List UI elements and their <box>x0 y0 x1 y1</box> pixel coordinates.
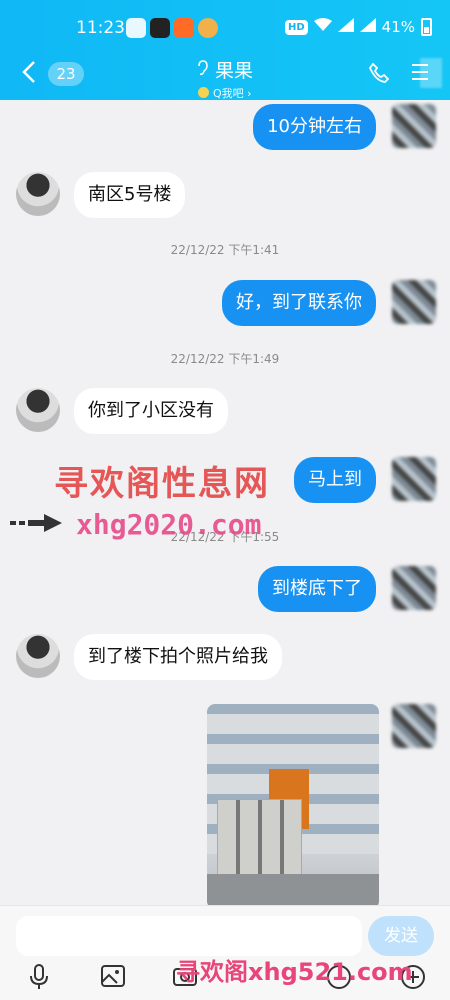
signal-icon <box>337 18 354 36</box>
message-bubble[interactable]: 好，到了联系你 <box>222 280 376 326</box>
avatar[interactable] <box>16 388 60 432</box>
monkey-app-icon <box>198 18 218 38</box>
message-bubble[interactable]: 到楼底下了 <box>258 566 376 612</box>
send-button[interactable]: 发送 <box>368 916 434 956</box>
battery-percent: 41% <box>381 18 415 36</box>
photo-message[interactable] <box>207 704 379 905</box>
avatar[interactable] <box>16 172 60 216</box>
watermark-site-url: xhg2020.com <box>76 508 262 541</box>
chevron-right-icon: › <box>247 87 252 100</box>
chat-nav: 23 果果 Q我吧 › <box>0 52 450 100</box>
phone-icon[interactable] <box>368 62 390 84</box>
chat-header: 11:23 HD 41% 23 果果 Q我吧 › <box>0 0 450 100</box>
signal-icon-2 <box>359 18 376 36</box>
avatar[interactable] <box>392 104 436 148</box>
watermark-bottom: 寻欢阁xhg521.com <box>176 958 413 986</box>
mic-icon[interactable] <box>24 964 54 994</box>
avatar[interactable] <box>392 280 436 324</box>
photo-ground <box>207 874 379 905</box>
blurred-avatar <box>420 58 442 88</box>
photo-wall <box>217 799 302 880</box>
message-bubble[interactable]: 10分钟左右 <box>253 104 376 150</box>
hd-badge: HD <box>284 19 308 35</box>
message-bubble[interactable]: 马上到 <box>294 457 376 503</box>
message-timestamp: 22/12/22 下午1:49 <box>170 352 280 366</box>
chat-title: 果果 <box>214 60 253 82</box>
avatar[interactable] <box>392 566 436 610</box>
message-bubble[interactable]: 你到了小区没有 <box>74 388 228 434</box>
image-icon[interactable] <box>98 964 128 994</box>
battery-icon <box>421 18 432 36</box>
message-input[interactable] <box>16 916 362 956</box>
watermark-site-name: 寻欢阁性息网 <box>54 464 270 504</box>
chat-subtitle: Q我吧 <box>212 87 244 100</box>
message-app-icon <box>126 18 146 38</box>
message-timestamp: 22/12/22 下午1:41 <box>170 243 280 257</box>
avatar[interactable] <box>392 704 436 748</box>
avatar[interactable] <box>392 457 436 501</box>
wifi-icon <box>313 18 332 36</box>
message-bubble[interactable]: 到了楼下拍个照片给我 <box>74 634 282 680</box>
status-emoji-icon <box>198 87 210 98</box>
avatar[interactable] <box>16 634 60 678</box>
status-time: 11:23 <box>76 18 125 38</box>
message-bubble[interactable]: 南区5号楼 <box>74 172 186 218</box>
status-bar: 11:23 HD 41% <box>0 0 450 52</box>
capcut-app-icon <box>150 18 170 38</box>
ear-icon <box>197 59 209 80</box>
taobao-app-icon <box>174 18 194 38</box>
arrow-icon <box>10 514 62 532</box>
